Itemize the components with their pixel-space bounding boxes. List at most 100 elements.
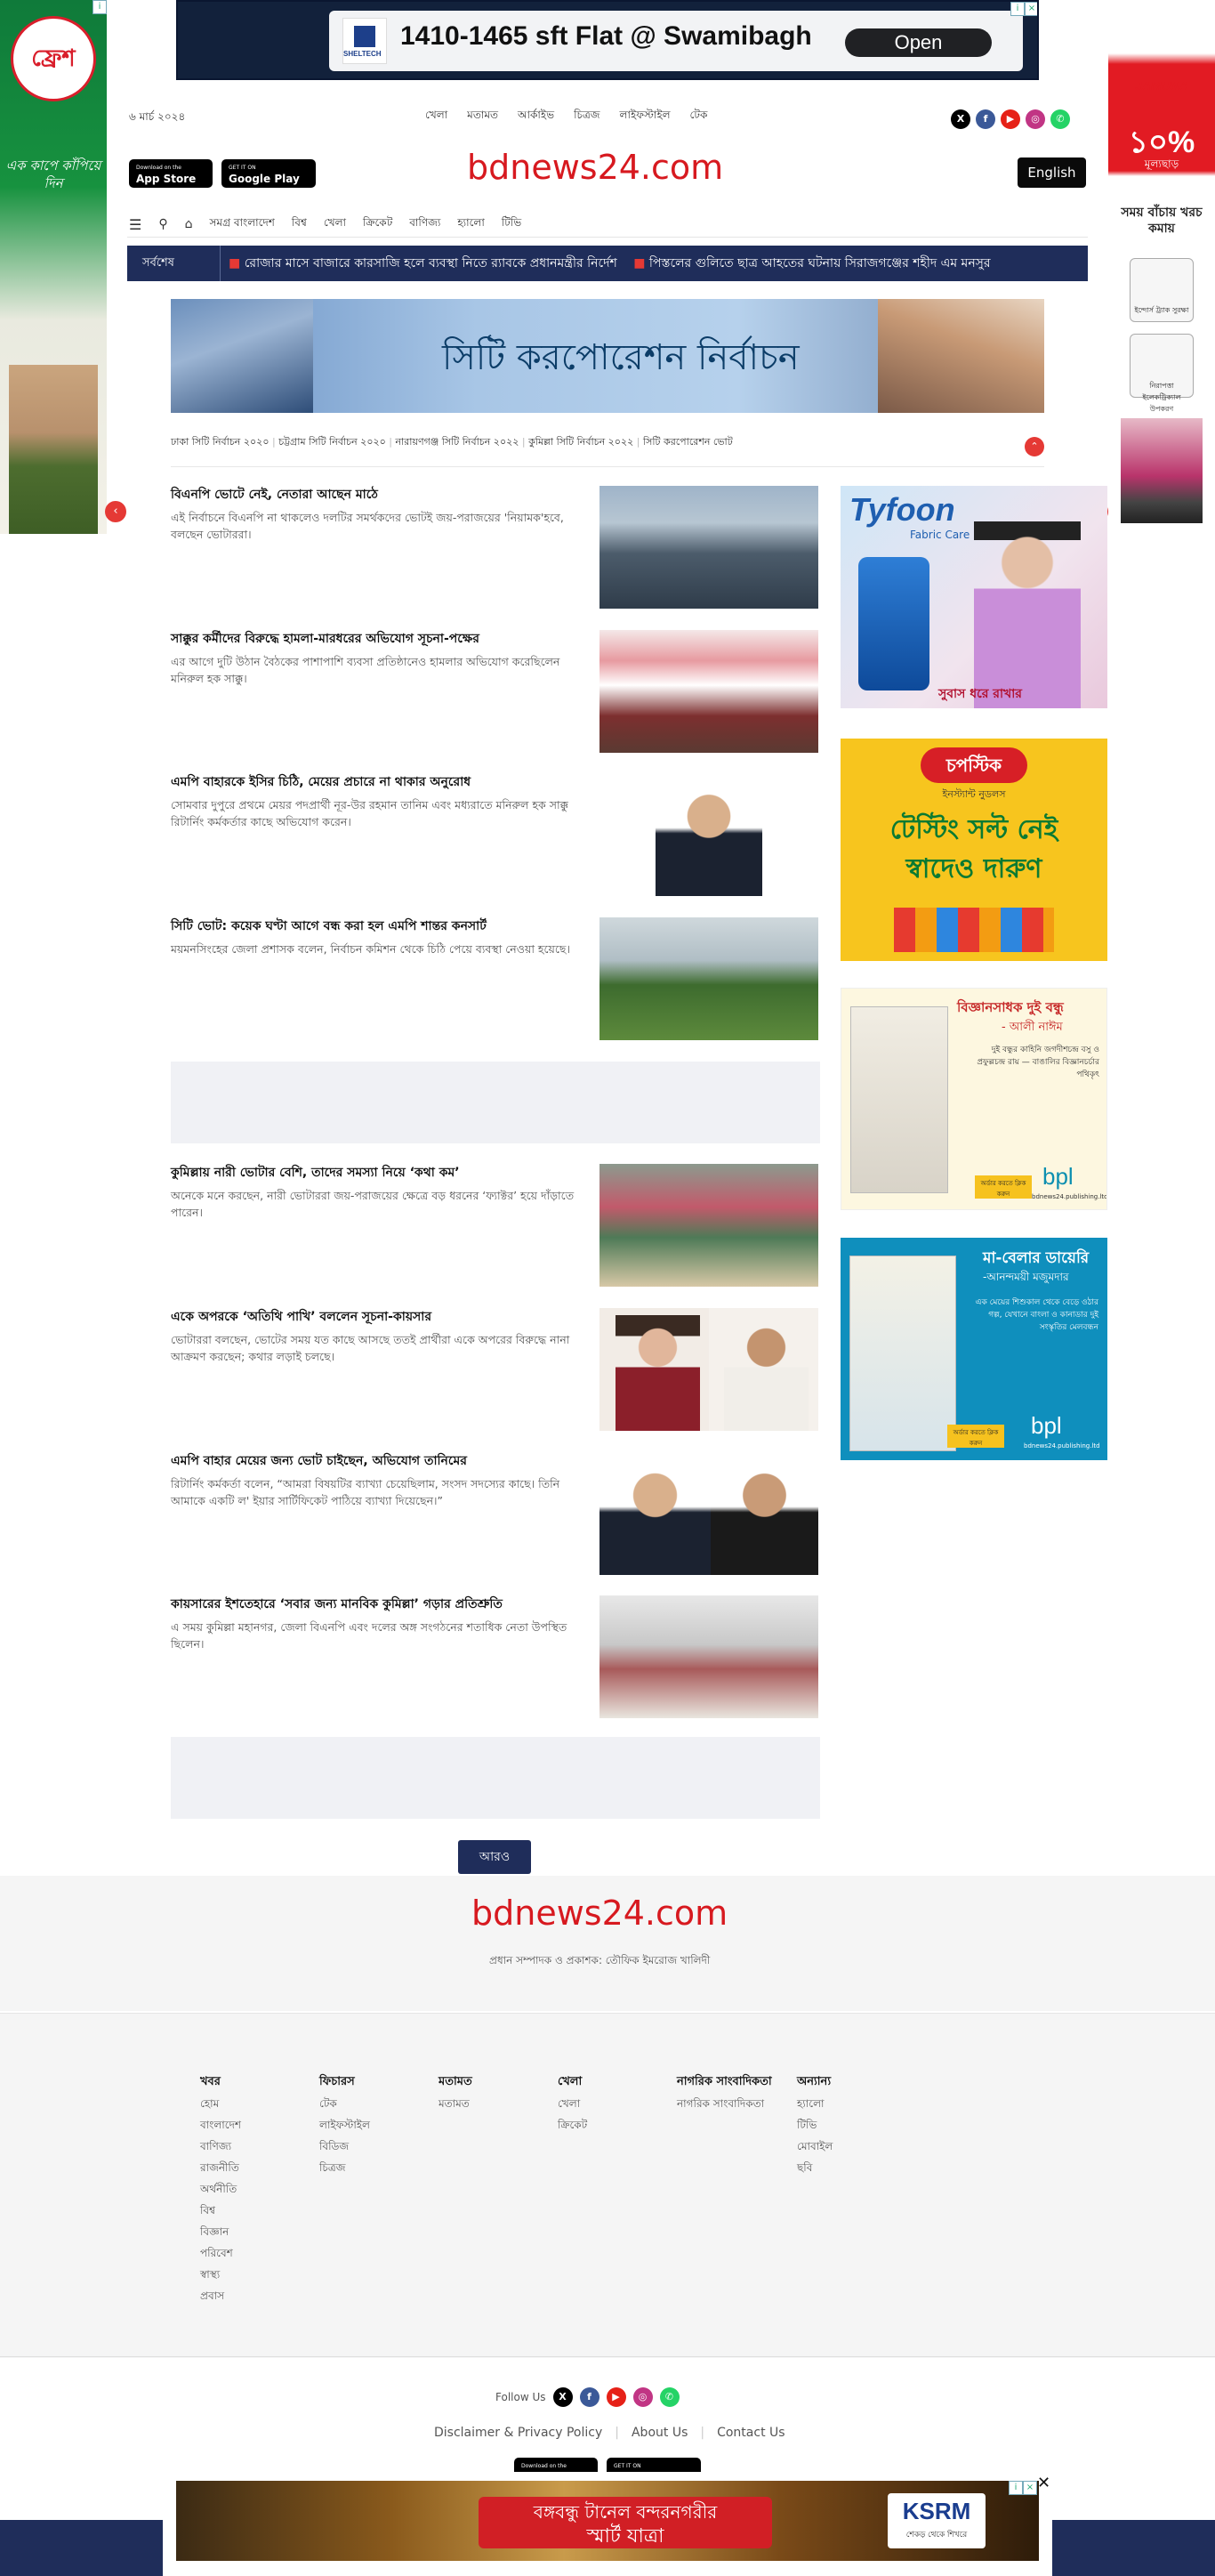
ad-choices-icon[interactable]: i <box>1010 2 1025 16</box>
tag-link[interactable]: কুমিল্লা সিটি নির্বাচন ২০২২ <box>528 436 633 448</box>
footer-link[interactable]: টেক <box>319 2093 370 2114</box>
footer-link[interactable]: বিডিজ <box>319 2136 370 2157</box>
footer-link[interactable]: মতামত <box>439 2093 472 2114</box>
instagram-icon[interactable]: ◎ <box>632 2387 653 2407</box>
topnav-link[interactable]: আর্কাইভ <box>518 108 554 125</box>
article-title[interactable]: সিটি ভোট: কয়েক ঘণ্টা আগে বন্ধ করা হল এম… <box>171 917 589 935</box>
youtube-icon[interactable]: ▶ <box>606 2387 626 2407</box>
top-banner-ad[interactable]: SHELTECH 1410-1465 sft Flat @ Swamibagh … <box>176 0 1039 80</box>
footer-link[interactable]: টিভি <box>797 2114 833 2136</box>
article-card[interactable]: বিএনপি ভোটে নেই, নেতারা আছেন মাঠে এই নির… <box>171 486 820 609</box>
chopstick-ad[interactable]: চপস্টিক ইনস্ট্যান্ট নুডলস টেস্টিং সল্ট ন… <box>841 739 1107 961</box>
catnav-item[interactable]: বিশ্ব <box>292 215 307 233</box>
article-title[interactable]: এমপি বাহারকে ইসির চিঠি, মেয়ের প্রচারে ন… <box>171 773 589 791</box>
footer-link[interactable]: পরিবেশ <box>200 2242 241 2264</box>
footer-link[interactable]: ছবি <box>797 2157 833 2178</box>
tag-link[interactable]: সিটি করপোরেশন ভোট <box>643 436 733 448</box>
google-play-button[interactable]: GET IT ON Google Play <box>221 159 316 188</box>
tag-link[interactable]: ঢাকা সিটি নির্বাচন ২০২০ <box>171 436 269 448</box>
catnav-item[interactable]: সমগ্র বাংলাদেশ <box>210 215 275 233</box>
footer-link[interactable]: বাণিজ্য <box>200 2136 241 2157</box>
catnav-item[interactable]: ক্রিকেট <box>363 215 392 233</box>
article-card[interactable]: সিটি ভোট: কয়েক ঘণ্টা আগে বন্ধ করা হল এম… <box>171 917 820 1040</box>
book-ad-1[interactable]: বিজ্ঞানসাধক দুই বন্ধু - আলী নাঈম দুই বন্… <box>841 988 1107 1210</box>
x-twitter-icon[interactable]: X <box>552 2387 573 2407</box>
facebook-icon[interactable]: f <box>579 2387 599 2407</box>
article-image[interactable] <box>599 1595 818 1718</box>
footer-link[interactable]: চিত্রজ <box>319 2157 370 2178</box>
footer-link[interactable]: প্রবাস <box>200 2285 241 2306</box>
ad-close-icon[interactable]: × <box>1025 2 1037 16</box>
catnav-item[interactable]: খেলা <box>324 215 346 233</box>
search-icon[interactable]: ⚲ <box>158 217 167 231</box>
footer-link[interactable]: ক্রিকেট <box>558 2114 587 2136</box>
article-title[interactable]: সাক্কুর কর্মীদের বিরুদ্ধে হামলা-মারধরের … <box>171 630 589 648</box>
article-card[interactable]: সাক্কুর কর্মীদের বিরুদ্ধে হামলা-মারধরের … <box>171 630 820 753</box>
topnav-link[interactable]: মতামত <box>467 108 498 125</box>
article-image[interactable] <box>599 486 818 609</box>
catnav-item[interactable]: হ্যালো <box>457 215 485 233</box>
footer-link[interactable]: হোম <box>200 2093 241 2114</box>
book2-order-button[interactable]: অর্ডার করতে ক্লিক করুন <box>947 1425 1004 1448</box>
footer-link[interactable]: বিশ্ব <box>200 2200 241 2221</box>
legal-link[interactable]: Contact Us <box>717 2426 785 2440</box>
youtube-icon[interactable]: ▶ <box>1001 109 1020 129</box>
left-side-ad[interactable]: ফ্রেশ এক কাপে কাঁপিয়ে দিন i <box>0 0 107 534</box>
legal-link[interactable]: About Us <box>632 2426 688 2440</box>
topnav-link[interactable]: টেক <box>690 108 708 125</box>
article-image[interactable] <box>599 773 818 896</box>
footer-link[interactable]: স্বাস্থ্য <box>200 2264 241 2285</box>
x-twitter-icon[interactable]: X <box>951 109 970 129</box>
footer-link[interactable]: খেলা <box>558 2093 587 2114</box>
footer-link[interactable]: মোবাইল <box>797 2136 833 2157</box>
chevron-up-icon[interactable]: ⌃ <box>1025 437 1044 456</box>
footer-link[interactable]: বিজ্ঞান <box>200 2221 241 2242</box>
article-card[interactable]: কুমিল্লায় নারী ভোটার বেশি, তাদের সমস্যা… <box>171 1164 820 1287</box>
ad-close-icon[interactable]: × <box>1023 2481 1037 2495</box>
catnav-item[interactable]: টিভি <box>502 215 521 233</box>
english-button[interactable]: English <box>1018 157 1086 188</box>
footer-link[interactable]: রাজনীতি <box>200 2157 241 2178</box>
book-ad-2[interactable]: মা-বেলার ডায়েরি -আনন্দময়ী মজুমদার এক ম… <box>841 1238 1107 1460</box>
article-image[interactable] <box>599 1452 818 1575</box>
facebook-icon[interactable]: f <box>976 109 995 129</box>
ticker-item[interactable]: রোজার মাসে বাজারে কারসাজি হলে ব্যবস্থা ন… <box>245 256 617 271</box>
topnav-link[interactable]: খেলা <box>425 108 447 125</box>
site-logo[interactable]: bdnews24.com <box>467 148 723 187</box>
ad-info-icon[interactable]: i <box>93 0 107 14</box>
topnav-link[interactable]: লাইফস্টাইল <box>620 108 671 125</box>
footer-link[interactable]: অর্থনীতি <box>200 2178 241 2200</box>
more-button[interactable]: আরও <box>458 1840 531 1874</box>
ad-choices-icon[interactable]: i <box>1009 2481 1023 2495</box>
ticker-item[interactable]: পিস্তলের গুলিতে ছাত্র আহতের ঘটনায় সিরাজ… <box>649 256 991 271</box>
tag-link[interactable]: নারায়ণগঞ্জ সিটি নির্বাচন ২০২২ <box>395 436 519 448</box>
article-card[interactable]: কায়সারের ইশতেহারে ‘সবার জন্য মানবিক কুম… <box>171 1595 820 1718</box>
article-card[interactable]: এমপি বাহার মেয়ের জন্য ভোট চাইছেন, অভিযো… <box>171 1452 820 1575</box>
home-icon[interactable]: ⌂ <box>185 217 193 231</box>
article-image[interactable] <box>599 917 818 1040</box>
app-store-button[interactable]: Download on the App Store <box>129 159 213 188</box>
bottom-banner-ad[interactable]: বঙ্গবন্ধু টানেল বন্দরনগরীর স্মার্ট যাত্র… <box>176 2481 1039 2561</box>
article-image[interactable] <box>599 1308 818 1431</box>
article-card[interactable]: একে অপরকে ‘অতিথি পাখি’ বললেন সূচনা-কায়স… <box>171 1308 820 1431</box>
article-title[interactable]: বিএনপি ভোটে নেই, নেতারা আছেন মাঠে <box>171 486 589 504</box>
catnav-item[interactable]: বাণিজ্য <box>409 215 440 233</box>
article-image[interactable] <box>599 630 818 753</box>
menu-icon[interactable]: ☰ <box>129 216 141 233</box>
footer-link[interactable]: লাইফস্টাইল <box>319 2114 370 2136</box>
article-image[interactable] <box>599 1164 818 1287</box>
article-title[interactable]: এমপি বাহার মেয়ের জন্য ভোট চাইছেন, অভিযো… <box>171 1452 589 1470</box>
topnav-link[interactable]: চিত্রজ <box>574 108 599 125</box>
footer-link[interactable]: নাগরিক সাংবাদিকতা <box>677 2093 775 2114</box>
article-title[interactable]: একে অপরকে ‘অতিথি পাখি’ বললেন সূচনা-কায়স… <box>171 1308 589 1326</box>
article-title[interactable]: কায়সারের ইশতেহারে ‘সবার জন্য মানবিক কুম… <box>171 1595 589 1613</box>
footer-link[interactable]: বাংলাদেশ <box>200 2114 241 2136</box>
left-chevron-icon[interactable]: ‹ <box>105 501 126 522</box>
right-side-ad[interactable]: JAMUNA ১০% মূল্যছাড় সময় বাঁচায় খরচ কম… <box>1108 0 1215 534</box>
legal-link[interactable]: Disclaimer & Privacy Policy <box>434 2426 602 2440</box>
footer-logo[interactable]: bdnews24.com <box>471 1894 728 1933</box>
footer-link[interactable]: হ্যালো <box>797 2093 833 2114</box>
close-icon[interactable]: ✕ <box>1037 2474 1050 2492</box>
instagram-icon[interactable]: ◎ <box>1026 109 1045 129</box>
banner-open-button[interactable]: Open <box>845 28 992 57</box>
